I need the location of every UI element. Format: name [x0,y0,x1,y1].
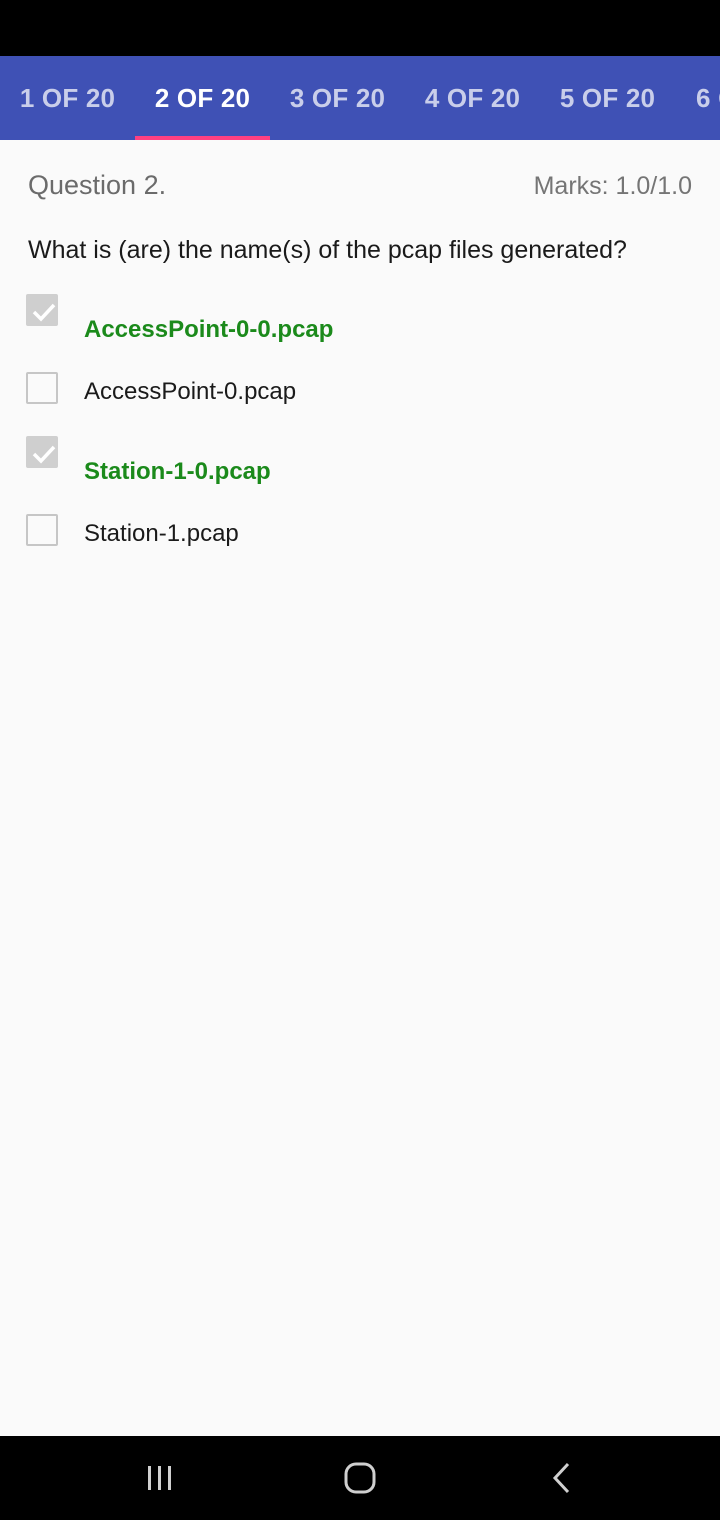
question-content: Question 2. Marks: 1.0/1.0 What is (are)… [0,140,720,1436]
question-tab-bar: 1 OF 20 2 OF 20 3 OF 20 4 OF 20 5 OF 20 … [0,56,720,140]
checkbox-unchecked[interactable] [26,372,58,404]
question-number: Question 2. [28,170,167,200]
recent-apps-icon[interactable] [140,1458,180,1498]
tab-question-6[interactable]: 6 OF 20 [675,56,720,140]
system-navigation-bar [0,1436,720,1520]
tab-question-3[interactable]: 3 OF 20 [270,56,405,140]
status-bar [0,0,720,56]
marks-label: Marks: 1.0/1.0 [533,172,692,200]
tab-question-1[interactable]: 1 OF 20 [0,56,135,140]
option-label: AccessPoint-0-0.pcap [84,316,334,343]
option-1[interactable]: AccessPoint-0-0.pcap [26,294,696,354]
checkmark-icon [32,445,56,464]
option-label: AccessPoint-0.pcap [84,378,297,405]
question-text: What is (are) the name(s) of the pcap fi… [28,236,627,264]
option-label: Station-1-0.pcap [84,458,271,485]
checkbox-checked[interactable] [26,436,58,468]
tab-question-5[interactable]: 5 OF 20 [540,56,675,140]
option-3[interactable]: Station-1-0.pcap [26,436,696,496]
checkmark-icon [32,303,56,322]
option-2[interactable]: AccessPoint-0.pcap [26,372,696,432]
checkbox-checked[interactable] [26,294,58,326]
checkbox-unchecked[interactable] [26,514,58,546]
option-label: Station-1.pcap [84,520,239,547]
tab-question-4[interactable]: 4 OF 20 [405,56,540,140]
tab-question-2[interactable]: 2 OF 20 [135,56,270,140]
option-4[interactable]: Station-1.pcap [26,514,696,574]
home-icon[interactable] [340,1458,380,1498]
back-icon[interactable] [542,1458,582,1498]
